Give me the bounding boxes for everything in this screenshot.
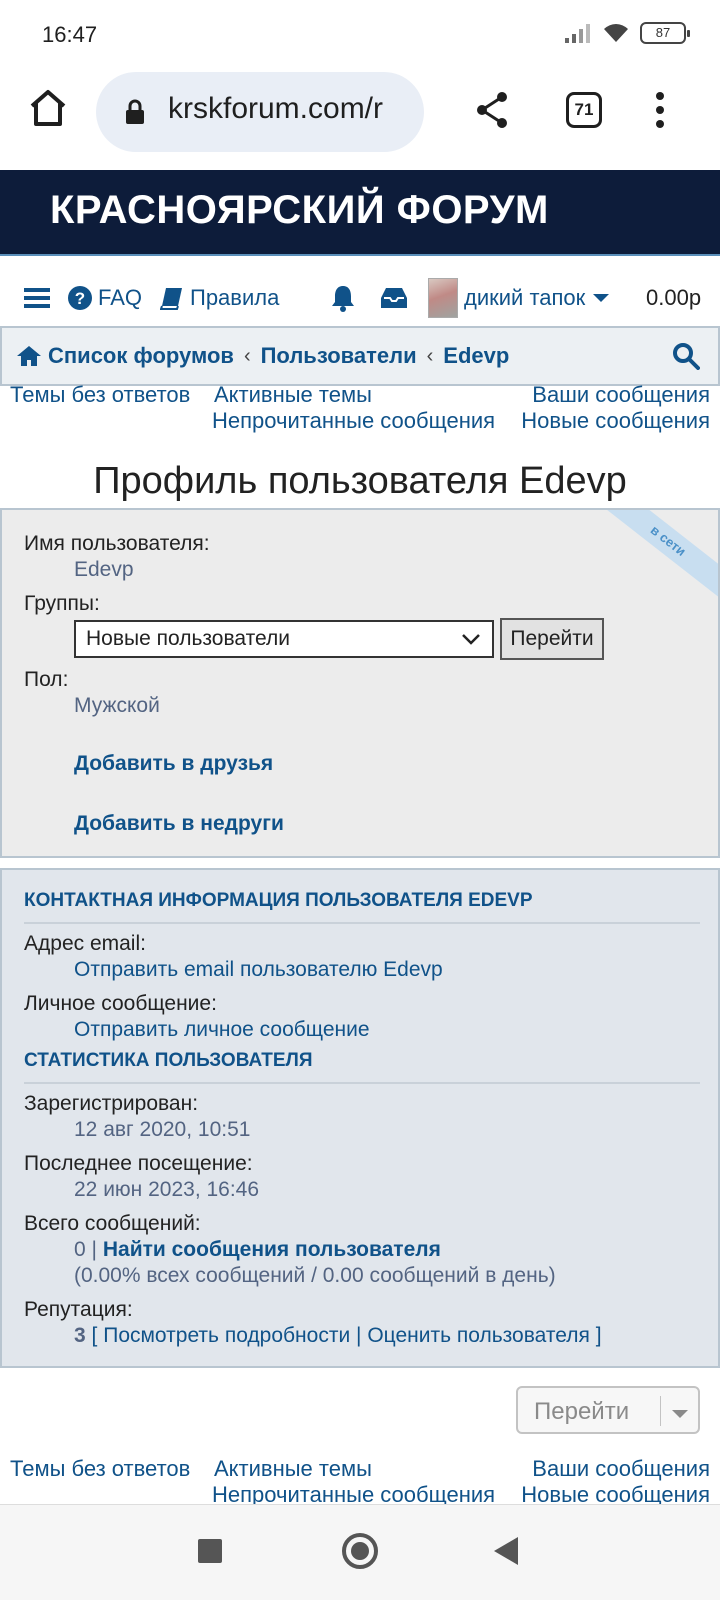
link-new-posts[interactable]: Новые сообщения — [521, 408, 710, 434]
tab-switcher-button[interactable]: 71 — [566, 92, 602, 128]
jump-divider — [660, 1396, 661, 1426]
reputation-bracket-close: ] — [595, 1324, 602, 1347]
registered-value: 12 авг 2020, 10:51 — [74, 1118, 251, 1141]
quick-links-top: Темы без ответов Активные темы Ваши сооб… — [0, 382, 720, 438]
status-time: 16:47 — [42, 22, 98, 47]
hamburger-icon — [24, 288, 50, 308]
breadcrumb-separator: ‹ — [243, 344, 251, 367]
recent-apps-button[interactable] — [198, 1539, 222, 1563]
system-icons: 87 — [564, 22, 690, 44]
forum-header: КРАСНОЯРСКИЙ ФОРУМ — [0, 170, 720, 256]
address-bar[interactable]: krskforum.com/r — [96, 72, 424, 152]
avatar — [428, 278, 458, 318]
chevron-down-icon — [593, 294, 610, 302]
caret-down-icon — [672, 1410, 688, 1418]
reputation-details-link[interactable]: Посмотреть подробности — [103, 1324, 350, 1347]
jump-label: Перейти — [534, 1398, 630, 1425]
url-text: krskforum.com/r — [168, 92, 384, 125]
groups-selected-value: Новые пользователи — [86, 627, 290, 650]
groups-go-button[interactable]: Перейти — [500, 618, 604, 660]
last-visit-value: 22 июн 2023, 16:46 — [74, 1178, 260, 1201]
jump-to-button[interactable]: Перейти — [516, 1386, 700, 1434]
gender-value: Мужской — [74, 694, 160, 717]
reputation-label: Репутация: — [24, 1298, 133, 1321]
home-icon[interactable] — [26, 86, 70, 130]
more-menu-icon[interactable] — [654, 90, 666, 130]
link-unanswered-topics[interactable]: Темы без ответов — [10, 1456, 190, 1482]
faq-link[interactable]: ? FAQ — [68, 276, 142, 320]
breadcrumb-separator: ‹ — [426, 344, 434, 367]
contact-heading: КОНТАКТНАЯ ИНФОРМАЦИЯ ПОЛЬЗОВАТЕЛЯ EDEVP — [24, 890, 700, 924]
battery-indicator: 87 — [640, 22, 690, 44]
link-your-posts[interactable]: Ваши сообщения — [532, 1456, 710, 1482]
profile-panel: в сети Имя пользователя: Edevp Группы: Н… — [0, 508, 720, 858]
link-unread-posts[interactable]: Непрочитанные сообщения — [212, 408, 495, 434]
inbox-icon — [381, 288, 407, 308]
android-nav-bar — [0, 1504, 720, 1600]
bell-icon — [332, 286, 354, 312]
back-button[interactable] — [494, 1537, 518, 1565]
rules-label: Правила — [190, 285, 280, 310]
forum-navbar: ? FAQ Правила дикий тапок 0.00р — [0, 276, 720, 326]
forum-title[interactable]: КРАСНОЯРСКИЙ ФОРУМ — [50, 188, 549, 233]
posts-separator: | — [91, 1238, 97, 1261]
breadcrumb-forum-index[interactable]: Список форумов — [48, 343, 234, 369]
reputation-bracket-open: [ — [91, 1324, 98, 1347]
faq-label: FAQ — [98, 285, 143, 310]
lock-icon — [126, 99, 144, 124]
link-active-topics[interactable]: Активные темы — [214, 382, 372, 408]
send-pm-link[interactable]: Отправить личное сообщение — [74, 1018, 370, 1042]
notifications-button[interactable] — [330, 276, 356, 320]
page-title: Профиль пользователя Edevp — [93, 460, 627, 502]
signal-icon — [565, 24, 590, 43]
username-label: Имя пользователя: — [24, 532, 210, 555]
rules-link[interactable]: Правила — [160, 276, 279, 320]
home-button[interactable] — [342, 1533, 378, 1569]
question-circle-icon: ? — [68, 286, 92, 310]
hamburger-menu[interactable] — [24, 276, 50, 320]
user-menu[interactable]: дикий тапок — [428, 276, 611, 320]
breadcrumb-users[interactable]: Пользователи — [261, 343, 417, 369]
contact-stats-panel: КОНТАКТНАЯ ИНФОРМАЦИЯ ПОЛЬЗОВАТЕЛЯ EDEVP… — [0, 868, 720, 1368]
registered-label: Зарегистрирован: — [24, 1092, 199, 1115]
posts-count: 0 — [74, 1238, 86, 1261]
link-active-topics[interactable]: Активные темы — [214, 1456, 372, 1482]
pm-label: Личное сообщение: — [24, 992, 217, 1015]
posts-label: Всего сообщений: — [24, 1212, 201, 1235]
browser-toolbar: krskforum.com/r 71 — [0, 70, 720, 152]
send-email-link[interactable]: Отправить email пользователю Edevp — [74, 958, 443, 982]
email-label: Адрес email: — [24, 932, 146, 955]
wifi-icon — [604, 24, 628, 42]
last-visit-label: Последнее посещение: — [24, 1152, 253, 1175]
gender-label: Пол: — [24, 668, 69, 691]
stats-heading: СТАТИСТИКА ПОЛЬЗОВАТЕЛЯ — [24, 1050, 700, 1084]
breadcrumb-user[interactable]: Edevp — [443, 343, 509, 369]
home-icon[interactable] — [16, 345, 42, 367]
posts-detail: (0.00% всех сообщений / 0.00 сообщений в… — [74, 1264, 556, 1287]
add-foe-link[interactable]: Добавить в недруги — [74, 812, 284, 836]
chevron-down-icon — [462, 634, 480, 645]
username-label: дикий тапок — [464, 285, 586, 310]
book-icon — [160, 288, 182, 310]
username-value: Edevp — [74, 558, 134, 581]
groups-label: Группы: — [24, 592, 100, 615]
groups-select[interactable]: Новые пользователи — [74, 620, 494, 658]
add-friend-link[interactable]: Добавить в друзья — [74, 752, 273, 776]
svg-text:?: ? — [75, 289, 85, 308]
reputation-value: 3 — [74, 1324, 86, 1347]
share-icon[interactable] — [474, 90, 510, 130]
private-messages-button[interactable] — [380, 276, 408, 320]
reputation-row: 3 [ Посмотреть подробности | Оценить пол… — [74, 1324, 602, 1348]
reputation-separator: | — [356, 1324, 362, 1347]
status-bar: 16:47 87 — [0, 0, 720, 68]
rate-user-link[interactable]: Оценить пользователя — [367, 1324, 590, 1347]
search-icon[interactable] — [672, 342, 700, 370]
link-unanswered-topics[interactable]: Темы без ответов — [10, 382, 190, 408]
breadcrumb: Список форумов ‹ Пользователи ‹ Edevp — [0, 326, 720, 386]
balance-display: 0.00р — [646, 285, 702, 310]
link-your-posts[interactable]: Ваши сообщения — [532, 382, 710, 408]
posts-row: 0 | Найти сообщения пользователя — [74, 1238, 441, 1262]
find-posts-link[interactable]: Найти сообщения пользователя — [103, 1238, 441, 1261]
online-badge: в сети — [581, 510, 718, 613]
